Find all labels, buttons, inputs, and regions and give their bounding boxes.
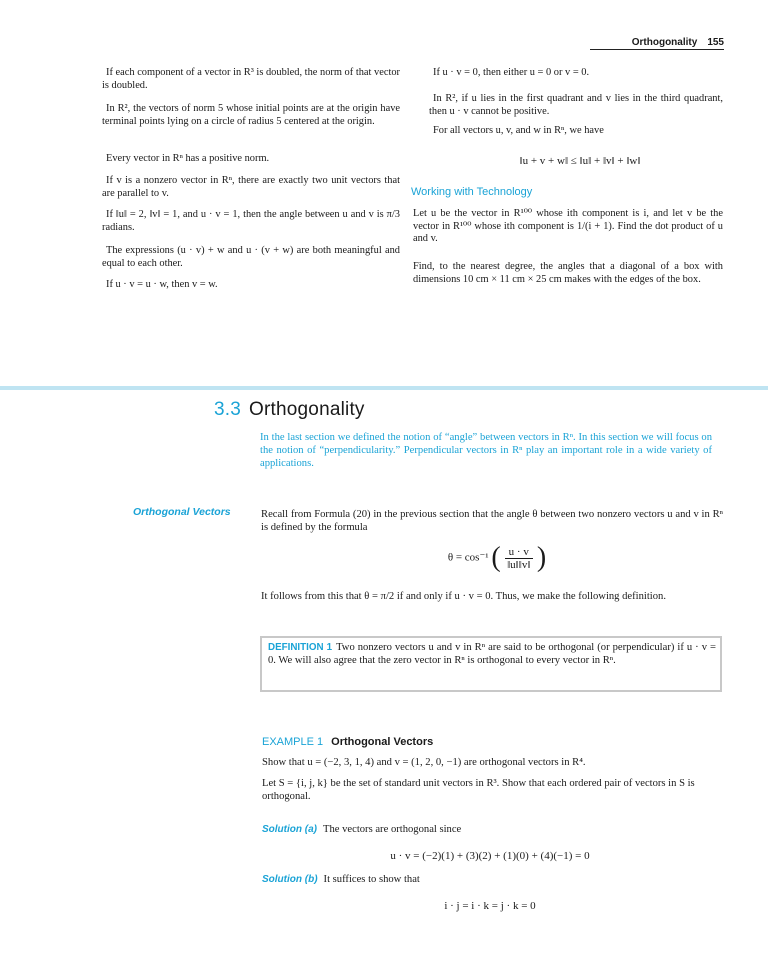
exercise-text: In R², if u lies in the first quadrant a… bbox=[429, 93, 723, 117]
equation-b: i · j = i · k = j · k = 0 bbox=[444, 900, 536, 912]
formula-denominator: ‖u‖‖v‖ bbox=[507, 558, 531, 571]
exercise-text: Every vector in Rⁿ has a positive norm. bbox=[106, 153, 270, 164]
exercise-text: If each component of a vector in R³ is d… bbox=[102, 67, 400, 91]
solution-b: Solution (b) It suffices to show that bbox=[262, 874, 420, 887]
exercise-number bbox=[86, 245, 102, 269]
list-item: Every vector in Rⁿ has a positive norm. bbox=[86, 153, 400, 165]
section-title: Orthogonality bbox=[249, 399, 365, 420]
margin-heading: Orthogonal Vectors bbox=[133, 506, 231, 518]
list-item: If u · v = u · w, then v = w. bbox=[86, 279, 400, 291]
example-heading: EXAMPLE 1 Orthogonal Vectors bbox=[262, 736, 433, 748]
solution-b-text: It suffices to show that bbox=[323, 874, 420, 885]
solution-a-label: Solution (a) bbox=[262, 824, 317, 835]
exercise-number bbox=[413, 93, 429, 117]
formula-numerator: u · v bbox=[504, 546, 533, 559]
page-header-title: Orthogonality bbox=[631, 37, 698, 48]
example-item-text: Show that u = (−2, 3, 1, 4) and v = (1, … bbox=[262, 757, 586, 768]
section-heading-technology: Working with Technology bbox=[411, 186, 533, 198]
tech-item-text: Find, to the nearest degree, the angles … bbox=[413, 261, 723, 285]
solution-b-label: Solution (b) bbox=[262, 874, 318, 885]
exercise-number bbox=[413, 125, 429, 137]
exercise-number bbox=[86, 103, 102, 145]
list-item: If ‖u‖ = 2, ‖v‖ = 1, and u · v = 1, then… bbox=[86, 209, 400, 233]
exercise-number bbox=[413, 67, 429, 79]
formula-lhs: θ = cos⁻¹ bbox=[447, 551, 489, 564]
list-item: In R², the vectors of norm 5 whose initi… bbox=[86, 103, 400, 145]
exercise-text: If v is a nonzero vector in Rⁿ, there ar… bbox=[102, 175, 400, 199]
list-item: The expressions (u · v) + w and u · (v +… bbox=[86, 245, 400, 269]
exercise-text: If ‖u‖ = 2, ‖v‖ = 1, and u · v = 1, then… bbox=[102, 209, 400, 233]
tech-item-text: Let u be the vector in R¹⁰⁰ whose ith co… bbox=[413, 208, 723, 245]
paragraph-recall: Recall from Formula (20) in the previous… bbox=[261, 509, 723, 534]
section-heading: 3.3 Orthogonality bbox=[214, 399, 365, 421]
example-title: Orthogonal Vectors bbox=[331, 736, 434, 748]
exercise-equation: ‖u + v + w‖ ≤ ‖u‖ + ‖v‖ + ‖w‖ bbox=[519, 155, 641, 167]
example-item-a: Show that u = (−2, 3, 1, 4) and v = (1, … bbox=[262, 756, 724, 769]
example-item-b: Let S = {i, j, k} be the set of standard… bbox=[262, 777, 724, 803]
equation-a: u · v = (−2)(1) + (3)(2) + (1)(0) + (4)(… bbox=[390, 850, 590, 862]
page-number: 155 bbox=[707, 37, 724, 48]
angle-formula: θ = cos⁻¹ (u · v ‖u‖‖v‖) bbox=[447, 542, 547, 573]
exercise-list-left: If each component of a vector in R³ is d… bbox=[86, 67, 400, 291]
header-rule bbox=[590, 49, 724, 50]
example-label: EXAMPLE 1 bbox=[262, 736, 324, 748]
tech-item-2: Find, to the nearest degree, the angles … bbox=[413, 261, 723, 286]
exercise-number bbox=[86, 153, 102, 165]
list-item: For all vectors u, v, and w in Rⁿ, we ha… bbox=[413, 125, 723, 137]
example-item-text: Let S = {i, j, k} be the set of standard… bbox=[262, 778, 695, 803]
list-item: If each component of a vector in R³ is d… bbox=[86, 67, 400, 91]
exercise-number bbox=[86, 209, 102, 233]
definition-body: Two nonzero vectors u and v in Rⁿ are sa… bbox=[268, 642, 717, 667]
page-header: Orthogonality 155 bbox=[632, 37, 724, 48]
formula-fraction: u · v ‖u‖‖v‖ bbox=[504, 546, 533, 571]
page-divider-band bbox=[0, 386, 768, 390]
exercise-number bbox=[86, 175, 102, 199]
paragraph-follows: It follows from this that θ = π/2 if and… bbox=[261, 591, 666, 602]
exercise-list-right: If u · v = 0, then either u = 0 or v = 0… bbox=[413, 67, 723, 137]
exercise-number bbox=[86, 279, 102, 291]
intro-paragraph: In the last section we defined the notio… bbox=[260, 432, 712, 470]
exercise-text: The expressions (u · v) + w and u · (v +… bbox=[102, 245, 400, 269]
exercise-number bbox=[86, 67, 102, 91]
definition-text: DEFINITION 1 Two nonzero vectors u and v … bbox=[268, 641, 716, 667]
exercise-text: In R², the vectors of norm 5 whose initi… bbox=[102, 103, 400, 127]
exercise-text: If u · v = 0, then either u = 0 or v = 0… bbox=[433, 67, 590, 78]
solution-a: Solution (a) The vectors are orthogonal s… bbox=[262, 824, 461, 837]
list-item: If v is a nonzero vector in Rⁿ, there ar… bbox=[86, 175, 400, 199]
list-item: If u · v = 0, then either u = 0 or v = 0… bbox=[413, 67, 723, 79]
definition-label: DEFINITION 1 bbox=[268, 642, 333, 653]
exercise-text: For all vectors u, v, and w in Rⁿ, we ha… bbox=[433, 125, 604, 136]
exercise-text: If u · v = u · w, then v = w. bbox=[106, 279, 218, 290]
section-number: 3.3 bbox=[214, 399, 242, 420]
solution-a-text: The vectors are orthogonal since bbox=[323, 824, 462, 835]
list-item: In R², if u lies in the first quadrant a… bbox=[413, 93, 723, 117]
tech-item-1: Let u be the vector in R¹⁰⁰ whose ith co… bbox=[413, 208, 723, 246]
